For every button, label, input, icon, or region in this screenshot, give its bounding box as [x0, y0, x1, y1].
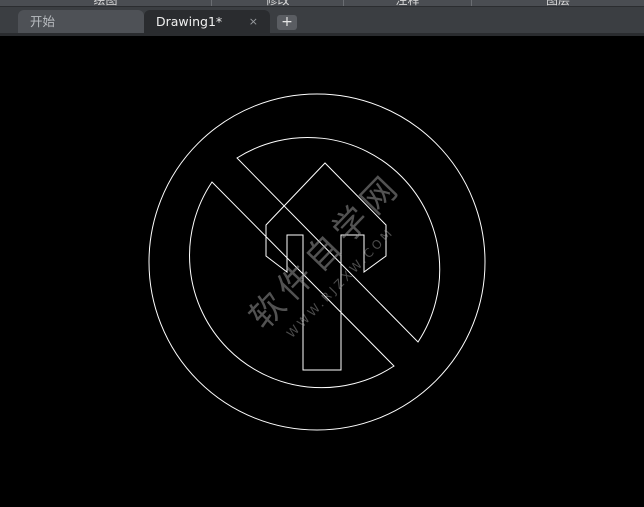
document-tab-bar: 开始 Drawing1* × + [0, 7, 644, 34]
ribbon-section-layers[interactable]: 图层 [472, 0, 644, 6]
ribbon-section-label: 注释 [395, 0, 419, 6]
tab-drawing1-label: Drawing1* [156, 14, 223, 29]
ribbon-section-label: 修改 [265, 0, 289, 6]
ribbon-section-label: 图层 [546, 0, 570, 6]
tab-start[interactable]: 开始 [18, 10, 144, 34]
close-icon[interactable]: × [249, 10, 258, 33]
ribbon-panel-strip: 绘图 修改 注释 图层 [0, 0, 644, 7]
ribbon-section-annotate[interactable]: 注释 [344, 0, 472, 6]
cad-application-window: 绘图 修改 注释 图层 开始 Drawing1* × + [0, 0, 644, 507]
tab-drawing1[interactable]: Drawing1* × [144, 10, 270, 34]
ribbon-section-label: 绘图 [93, 0, 117, 6]
ribbon-section-draw[interactable]: 绘图 [0, 0, 212, 6]
new-tab-plus-icon[interactable]: + [277, 15, 297, 30]
ribbon-section-modify[interactable]: 修改 [212, 0, 344, 6]
drawing-canvas[interactable]: 软件自学网 WWW.RJZXW.COM [0, 36, 644, 507]
tab-start-label: 开始 [30, 14, 56, 29]
